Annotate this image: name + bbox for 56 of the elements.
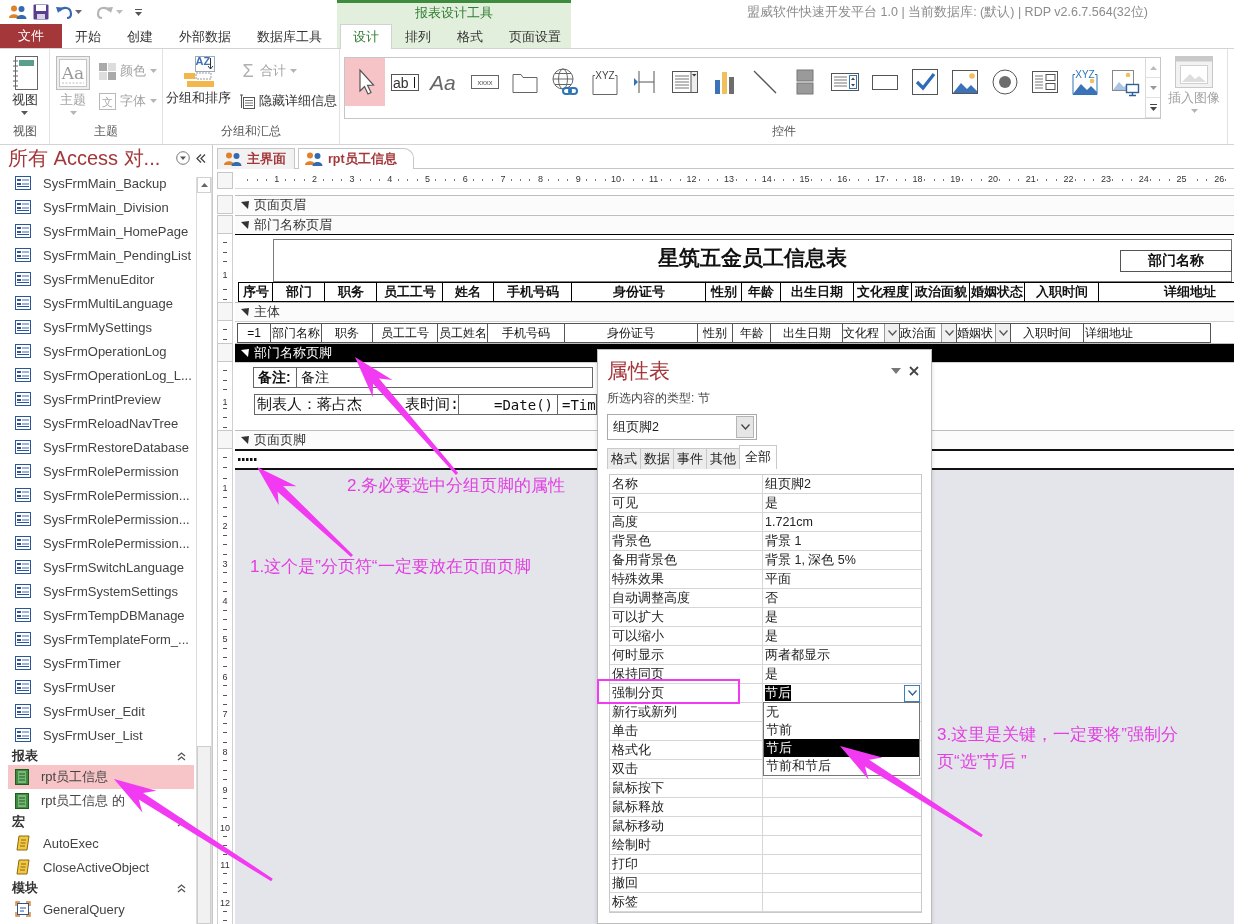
column-heading-label: 年龄 <box>741 283 780 301</box>
property-name: 打印 <box>610 855 763 873</box>
column-heading-label: 部门 <box>272 283 324 301</box>
property-name: 鼠标释放 <box>610 798 763 816</box>
property-name: 何时显示 <box>610 646 763 664</box>
property-name: 高度 <box>610 513 763 531</box>
column-heading-label: 性别 <box>705 283 741 301</box>
annotation-text: 1.这个是”分页符“一定要放在页面页脚 <box>250 556 531 578</box>
ribbon-group-label: 视图 <box>12 123 37 140</box>
column-heading-label: 政治面貌 <box>911 283 969 301</box>
column-heading-label: 手机号码 <box>493 283 571 301</box>
column-heading-label: 姓名 <box>442 283 493 301</box>
column-heading-label: 婚姻状态 <box>969 283 1024 301</box>
section-title: 部门名称页眉 <box>254 216 332 234</box>
ribbon-group-label: 分组和汇总 <box>221 123 281 140</box>
ribbon-group-label: 主题 <box>94 123 118 140</box>
maker-label: 制表人：蒋占杰 <box>257 395 362 414</box>
column-heading-label: 职务 <box>324 283 376 301</box>
property-name: 可见 <box>610 494 763 512</box>
context-tab-group-label: 报表设计工具 <box>337 0 571 24</box>
font-icon: 文 <box>99 92 116 110</box>
property-name: 标签 <box>610 893 763 911</box>
property-name: 绘制时 <box>610 836 763 854</box>
theme-icon: Aa <box>56 56 90 90</box>
property-name: 鼠标按下 <box>610 779 763 797</box>
property-name: 撤回 <box>610 874 763 892</box>
nav-pane-title: 所有 Access 对... <box>8 145 162 171</box>
time-label: 表时间: <box>405 395 460 414</box>
property-name: 自动调整高度 <box>610 589 763 607</box>
column-heading-label: 文化程度 <box>853 283 911 301</box>
column-heading-label: 员工工号 <box>376 283 442 301</box>
section-title: 页面页眉 <box>254 196 306 214</box>
text-style-icon: Aa <box>430 67 460 97</box>
property-name: 可以缩小 <box>610 627 763 645</box>
section-title: 页面页脚 <box>254 431 306 449</box>
property-name: 特殊效果 <box>610 570 763 588</box>
column-heading-label: 序号 <box>238 283 272 301</box>
section-title: 部门名称页脚 <box>254 344 332 362</box>
window-title: 盟威软件快速开发平台 1.0 | 当前数据库: (默认) | RDP v2.6.7.564(32位) <box>747 3 1148 21</box>
annotation-text: 3.这里是关键，一定要将”强制分页“选”节后 ” <box>937 724 1179 773</box>
column-heading-label: 详细地址 <box>1098 283 1226 301</box>
property-name: 鼠标移动 <box>610 817 763 835</box>
ribbon-group-label: 控件 <box>771 123 796 140</box>
column-heading-label: 身份证号 <box>571 283 705 301</box>
section-title: 主体 <box>254 303 280 321</box>
property-name: 名称 <box>610 475 763 493</box>
remark-label: 备注: <box>253 367 297 388</box>
property-name: 可以扩大 <box>610 608 763 626</box>
column-heading-label: 出生日期 <box>780 283 853 301</box>
sum-icon: Σ <box>240 62 256 80</box>
selection-type-label: 所选内容的类型: 节 <box>607 390 711 407</box>
property-name: 背景色 <box>610 532 763 550</box>
property-name: 备用背景色 <box>610 551 763 569</box>
column-heading-label: 入职时间 <box>1024 283 1098 301</box>
panel-title: 属性表 <box>607 358 670 384</box>
annotation-text: 2.务必要选中分组页脚的属性 <box>347 475 566 497</box>
